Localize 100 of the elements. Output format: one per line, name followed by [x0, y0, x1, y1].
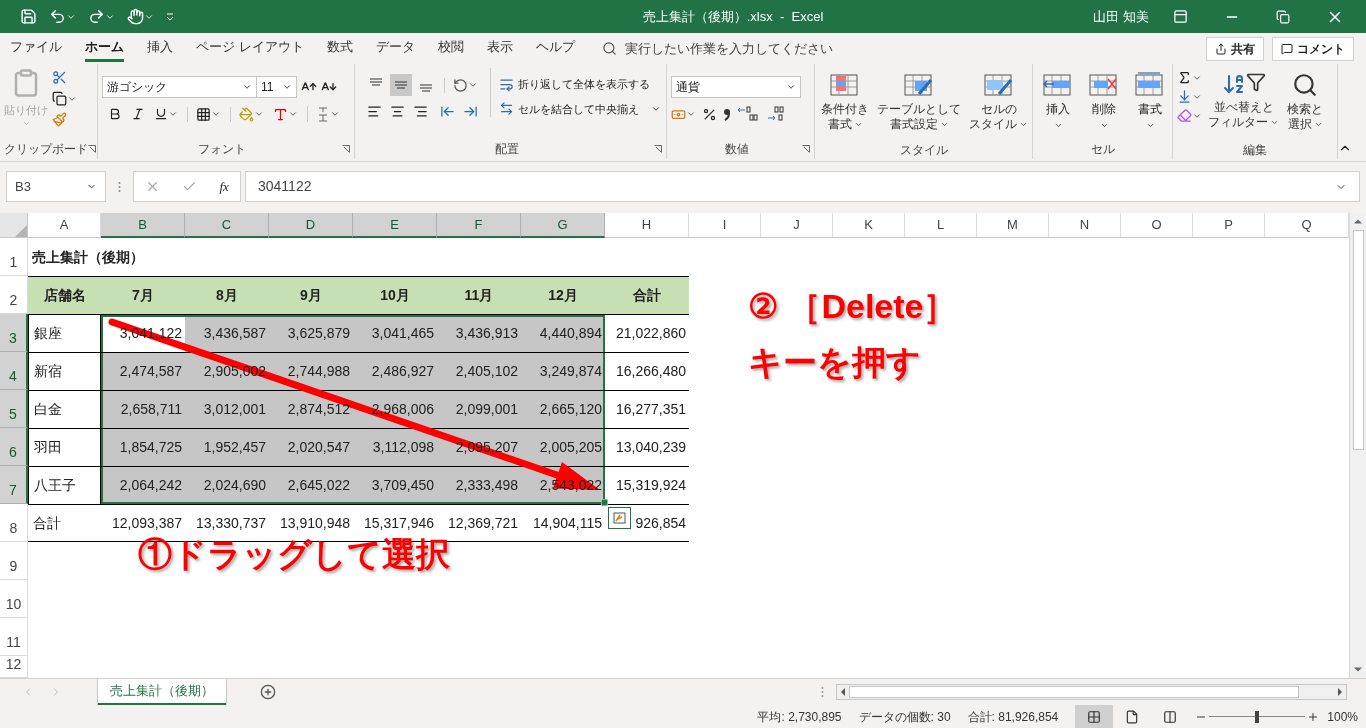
quick-analysis-icon[interactable] [608, 507, 631, 529]
dialog-launcher-icon[interactable] [88, 145, 96, 153]
increase-decimal-icon[interactable] [737, 106, 759, 122]
fill-icon[interactable] [1177, 89, 1192, 104]
orientation-icon[interactable] [453, 77, 468, 93]
row-header[interactable]: 4 [0, 352, 28, 390]
caret-icon[interactable] [288, 109, 298, 119]
fill-handle[interactable] [601, 499, 608, 506]
bold-icon[interactable] [108, 107, 122, 121]
zoom-level-text[interactable]: 100% [1327, 707, 1358, 726]
italic-icon[interactable] [131, 107, 145, 121]
zoom-slider[interactable] [1209, 710, 1306, 723]
redo-icon[interactable] [88, 8, 105, 25]
dialog-launcher-icon[interactable] [654, 145, 662, 153]
column-header[interactable]: D [269, 213, 353, 238]
cell-styles-button[interactable]: セルの スタイル [967, 68, 1030, 140]
percent-icon[interactable] [702, 106, 717, 122]
row-header[interactable]: 1 [0, 238, 28, 276]
column-header[interactable]: E [353, 213, 437, 238]
find-select-button[interactable]: 検索と 選択 [1285, 68, 1325, 140]
ribbon-tab[interactable]: 挿入 [147, 35, 173, 62]
column-header[interactable]: F [437, 213, 521, 238]
ribbon-tab[interactable]: 数式 [326, 35, 353, 62]
row-header[interactable]: 12 [0, 656, 28, 678]
ribbon-display-icon[interactable] [1173, 9, 1188, 24]
ribbon-tab[interactable]: ファイル [10, 35, 62, 62]
format-painter-icon[interactable] [52, 112, 67, 127]
wrap-text-button[interactable]: 折り返して全体を表示する [499, 76, 661, 93]
column-header[interactable]: A [28, 213, 101, 238]
restore-icon[interactable] [1276, 9, 1290, 24]
column-header[interactable]: H [605, 213, 689, 238]
autosum-icon[interactable] [1177, 70, 1192, 85]
insert-button[interactable]: 挿入 [1037, 68, 1079, 130]
row-header[interactable]: 8 [0, 504, 28, 542]
clear-icon[interactable] [1177, 108, 1192, 123]
touch-mode-icon[interactable] [127, 8, 144, 25]
conditional-format-button[interactable]: 条件付き 書式 [819, 68, 871, 140]
align-right-icon[interactable] [413, 104, 428, 119]
cut-icon[interactable] [52, 70, 67, 85]
caret-icon[interactable] [254, 109, 264, 119]
formula-input[interactable]: 3041122 [245, 171, 1360, 202]
name-box[interactable]: B3 [6, 171, 106, 202]
normal-view-button[interactable] [1075, 705, 1114, 728]
sort-filter-button[interactable]: 並べ替えと フィルター [1206, 68, 1281, 140]
merge-center-button[interactable]: セルを結合して中央揃え [499, 100, 661, 117]
comma-style-icon[interactable] [723, 107, 731, 121]
row-header[interactable]: 10 [0, 580, 28, 618]
borders-icon[interactable] [196, 106, 211, 122]
sheet-tab[interactable]: 売上集計（後期） [98, 678, 226, 705]
save-icon[interactable] [20, 8, 37, 25]
format-button[interactable]: 書式 [1129, 68, 1171, 130]
zoom-in-icon[interactable] [1307, 710, 1320, 723]
decrease-decimal-icon[interactable] [765, 106, 787, 122]
row-header[interactable]: 9 [0, 542, 28, 580]
format-as-table-button[interactable]: テーブルとして 書式設定 [875, 68, 963, 140]
row-header[interactable]: 3 [0, 314, 28, 352]
vertical-scrollbar[interactable] [1349, 213, 1366, 678]
row-header[interactable]: 2 [0, 276, 28, 314]
column-header[interactable]: J [761, 213, 833, 238]
column-header[interactable]: C [185, 213, 269, 238]
new-sheet-icon[interactable] [260, 684, 276, 700]
increase-indent-icon[interactable] [463, 104, 478, 119]
row-header[interactable]: 5 [0, 390, 28, 428]
row-header[interactable]: 11 [0, 618, 28, 656]
column-header[interactable]: K [833, 213, 905, 238]
search-field[interactable]: 実行したい作業を入力してください [601, 38, 862, 59]
insert-function-button[interactable]: fx [219, 176, 229, 197]
customize-toolbar-icon[interactable] [166, 12, 174, 21]
align-center-icon[interactable] [390, 104, 405, 119]
fill-color-icon[interactable] [239, 106, 254, 122]
column-header[interactable]: Q [1265, 213, 1349, 238]
number-format-select[interactable]: 通貨 [671, 76, 801, 98]
caret-icon[interactable] [211, 109, 221, 119]
ribbon-tab[interactable]: データ [375, 35, 415, 62]
dialog-launcher-icon[interactable] [802, 145, 810, 153]
font-size-select[interactable]: 11 [257, 76, 297, 98]
copy-icon[interactable] [52, 91, 67, 106]
horizontal-scrollbar[interactable] [836, 684, 1347, 700]
ribbon-tab[interactable]: 校閲 [437, 35, 464, 62]
caret-icon[interactable] [468, 80, 478, 90]
font-color-icon[interactable] [273, 106, 288, 122]
column-header[interactable]: B [101, 213, 185, 238]
caret-icon[interactable] [686, 109, 696, 119]
column-header[interactable]: I [689, 213, 761, 238]
ribbon-tab[interactable]: ヘルプ [535, 35, 575, 62]
share-button[interactable]: 共有 [1206, 36, 1264, 61]
row-header[interactable]: 7 [0, 466, 28, 504]
align-left-icon[interactable] [367, 104, 382, 119]
caret-icon[interactable] [168, 109, 178, 119]
undo-icon[interactable] [49, 8, 66, 25]
decrease-indent-icon[interactable] [440, 104, 455, 119]
delete-button[interactable]: 削除 [1083, 68, 1125, 130]
caret-icon[interactable] [330, 109, 340, 119]
ribbon-tab[interactable]: ページ レイアウト [196, 35, 304, 62]
column-header[interactable]: L [905, 213, 977, 238]
column-header[interactable]: G [521, 213, 605, 238]
column-header[interactable]: P [1193, 213, 1265, 238]
ribbon-tab[interactable]: ホーム [85, 35, 124, 62]
column-header[interactable]: N [1049, 213, 1121, 238]
ribbon-tab[interactable]: 表示 [486, 35, 513, 62]
